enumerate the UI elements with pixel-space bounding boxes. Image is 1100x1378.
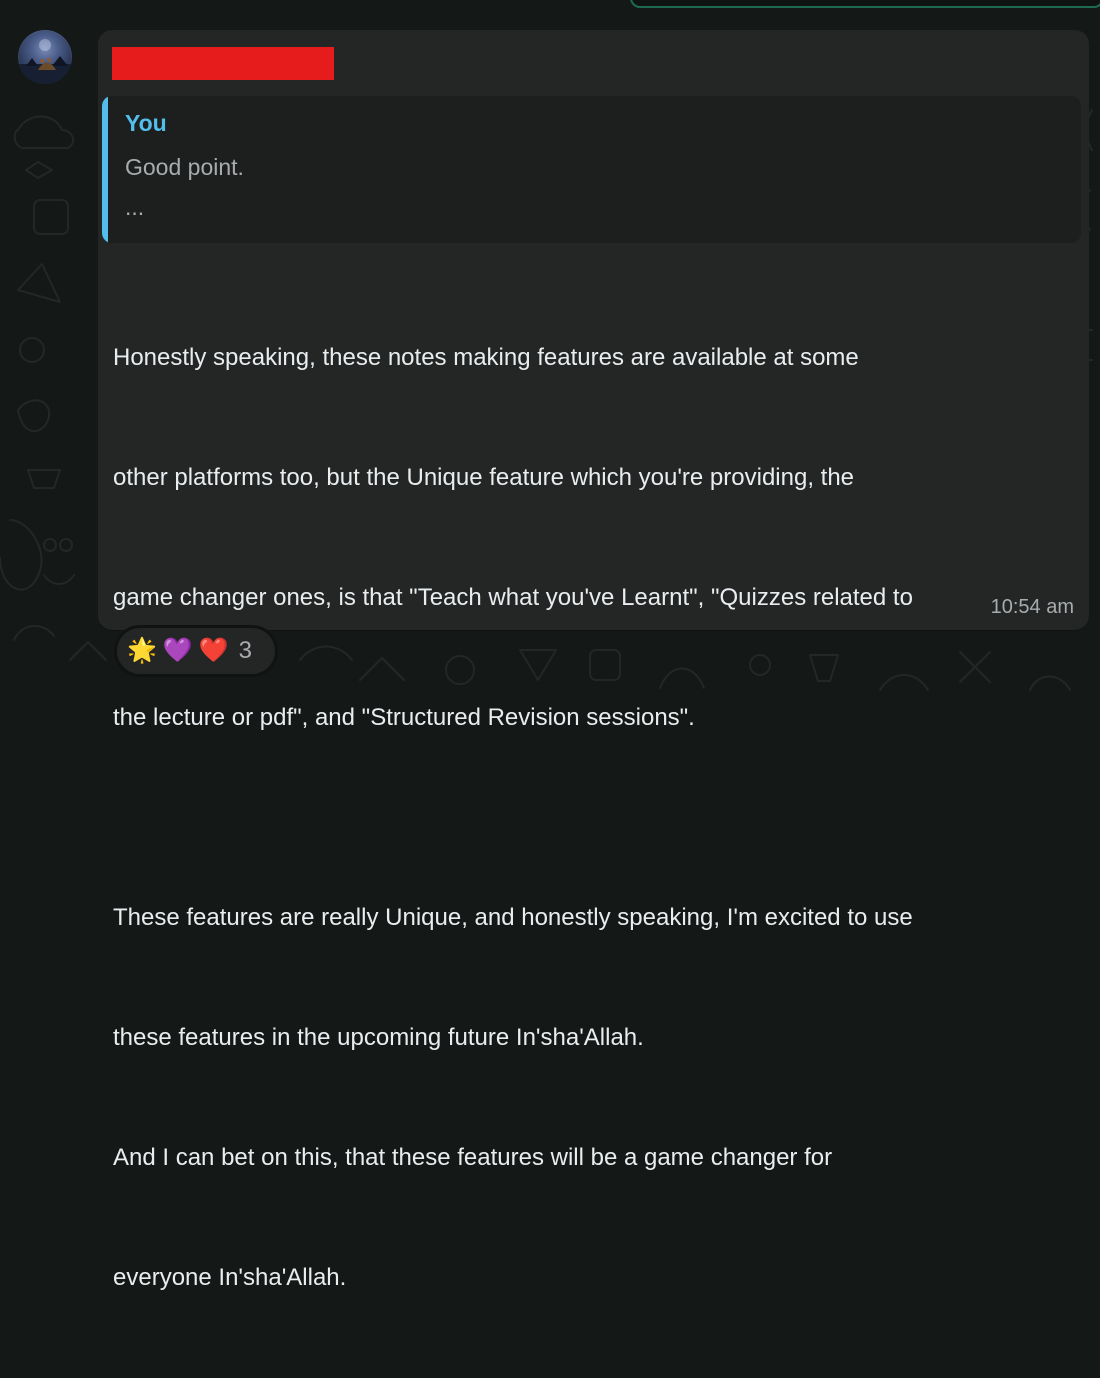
message-bubble[interactable]: You Good point. ... Honestly speaking, t…	[98, 30, 1089, 1291]
quote-text: Good point.	[125, 154, 244, 180]
message-line: And I can bet on this, that these featur…	[113, 1144, 833, 1171]
message-line: game changer ones, is that "Teach what y…	[113, 584, 913, 611]
message-line: the lecture or pdf", and "Structured Rev…	[113, 704, 695, 731]
quote-author: You	[125, 110, 167, 136]
top-accent-border	[630, 0, 1100, 8]
message-line: these features in the upcoming future In…	[113, 1024, 644, 1051]
message-line: These features are really Unique, and ho…	[113, 904, 913, 931]
purple-heart-emoji: 💜	[162, 637, 193, 664]
message-timestamp: 10:54 am	[990, 596, 1074, 618]
message-line: other platforms too, but the Unique feat…	[113, 464, 855, 491]
avatar[interactable]	[18, 30, 72, 84]
reaction-count: 3	[238, 637, 253, 664]
sender-name-redacted	[112, 47, 334, 80]
quote-ellipsis: ...	[125, 194, 145, 220]
quote-accent-bar	[102, 96, 108, 243]
message-line: everyone In'sha'Allah.	[113, 1264, 347, 1291]
red-heart-emoji: ❤️	[198, 637, 229, 664]
glowing-star-emoji: 🌟	[127, 637, 157, 664]
message-line: Honestly speaking, these notes making fe…	[113, 344, 859, 371]
message-body: Honestly speaking, these notes making fe…	[113, 258, 1068, 1378]
avatar-image	[18, 39, 72, 84]
quoted-reply[interactable]: You Good point. ...	[102, 96, 1081, 243]
reactions-bar[interactable]: 🌟 💜 ❤️ 3	[114, 625, 278, 677]
